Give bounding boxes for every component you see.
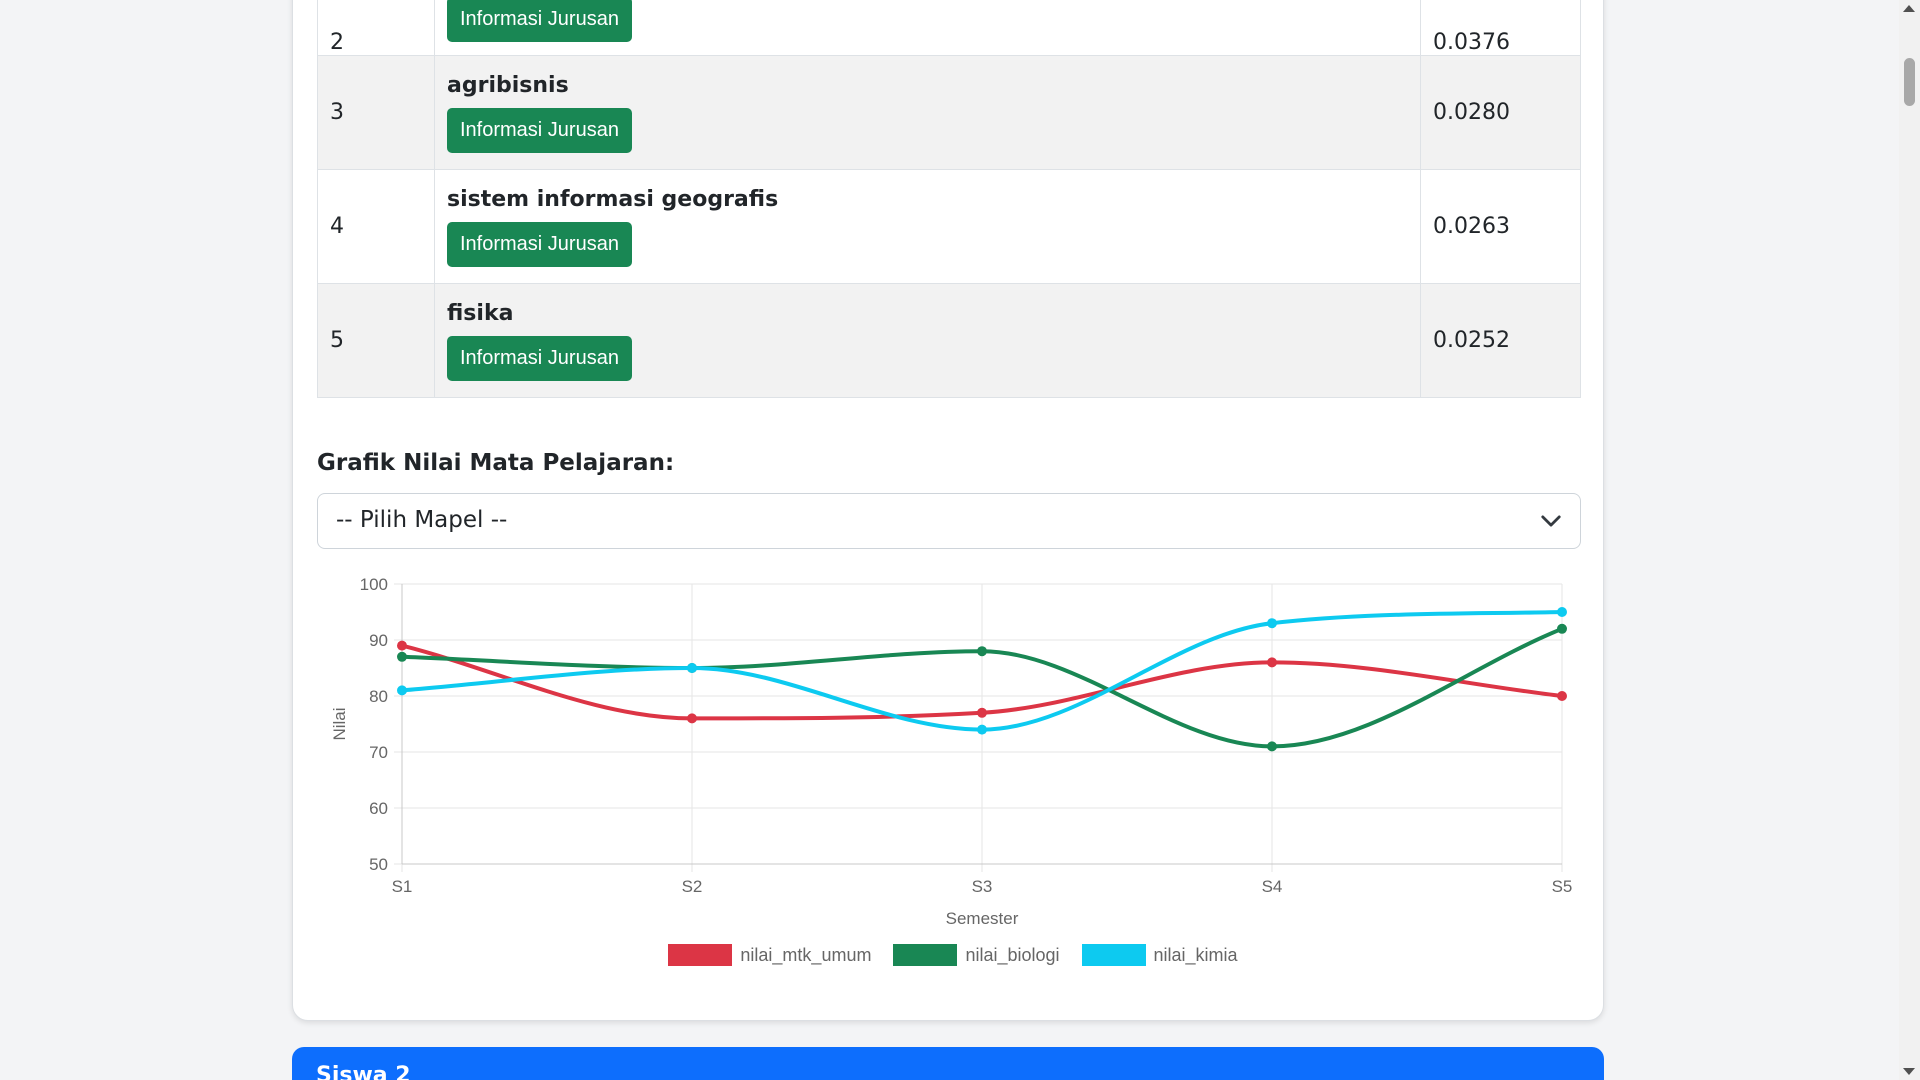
- rank-number: 3: [317, 55, 435, 170]
- data-point[interactable]: [687, 713, 697, 724]
- rank-cell: 2: [317, 0, 435, 56]
- data-point[interactable]: [1557, 691, 1567, 701]
- info-jurusan-button[interactable]: Informasi Jurusan: [447, 107, 632, 153]
- x-tick-label: S2: [682, 877, 703, 896]
- ranking-table: 2 Informasi Jurusan 0.0376 3 agribisnis …: [317, 0, 1581, 398]
- data-point[interactable]: [977, 707, 987, 718]
- y-axis-title: Nilai: [330, 707, 349, 740]
- major-name: agribisnis: [447, 72, 569, 98]
- data-point[interactable]: [397, 651, 407, 662]
- next-student-card-header: Siswa 2: [292, 1047, 1604, 1080]
- score-cell: 0.0376: [1420, 0, 1581, 56]
- info-jurusan-button[interactable]: Informasi Jurusan: [447, 221, 632, 267]
- mapel-select-value: -- Pilih Mapel --: [336, 507, 508, 533]
- y-tick-label: 90: [369, 631, 388, 650]
- data-point[interactable]: [977, 724, 987, 735]
- chevron-down-icon: [1541, 515, 1561, 527]
- page: 2 Informasi Jurusan 0.0376 3 agribisnis …: [0, 0, 1899, 1080]
- next-student-title: Siswa 2: [316, 1063, 411, 1080]
- rank-number: 4: [317, 169, 435, 284]
- table-row: 2 Informasi Jurusan 0.0376: [317, 0, 1581, 56]
- y-tick-label: 70: [369, 743, 388, 762]
- major-cell: agribisnis Informasi Jurusan: [434, 55, 1421, 170]
- data-point[interactable]: [397, 640, 407, 651]
- scroll-up-arrow-icon[interactable]: [1903, 5, 1915, 12]
- info-jurusan-button[interactable]: Informasi Jurusan: [447, 0, 632, 42]
- data-point[interactable]: [1267, 741, 1277, 752]
- x-tick-label: S5: [1552, 877, 1573, 896]
- legend-item[interactable]: nilai_mtk_umum: [668, 944, 871, 966]
- student-result-card: 2 Informasi Jurusan 0.0376 3 agribisnis …: [292, 0, 1604, 1021]
- x-tick-label: S3: [972, 877, 993, 896]
- y-tick-label: 50: [369, 855, 388, 874]
- legend-item[interactable]: nilai_kimia: [1081, 944, 1238, 966]
- major-cell: fisika Informasi Jurusan: [434, 283, 1421, 398]
- page-scrollbar[interactable]: [1899, 0, 1920, 1080]
- legend-item[interactable]: nilai_biologi: [893, 944, 1060, 966]
- score-value: 0.0376: [1433, 30, 1510, 55]
- score-value: 0.0263: [1420, 169, 1581, 284]
- data-point[interactable]: [1267, 657, 1277, 668]
- y-tick-label: 80: [369, 687, 388, 706]
- data-point[interactable]: [397, 685, 407, 696]
- chart-legend: nilai_mtk_umum nilai_biologi nilai_kimia: [313, 944, 1593, 966]
- major-name: fisika: [447, 300, 514, 326]
- data-point[interactable]: [1267, 618, 1277, 629]
- y-tick-label: 100: [360, 577, 388, 594]
- data-point[interactable]: [1557, 623, 1567, 634]
- y-axis-ticks: 50 60 70 80 90 100: [360, 575, 388, 874]
- data-point[interactable]: [1557, 607, 1567, 617]
- legend-label: nilai_kimia: [1153, 944, 1238, 965]
- y-tick-label: 60: [369, 799, 388, 818]
- major-name: sistem informasi geografis: [447, 186, 779, 212]
- table-row: 5 fisika Informasi Jurusan 0.0252: [317, 283, 1581, 398]
- x-tick-label: S1: [392, 877, 413, 896]
- x-tick-label: S4: [1262, 877, 1283, 896]
- rank-number: 5: [317, 283, 435, 398]
- chart-canvas: 50 60 70 80 90 100 S1 S2 S3 S4 S5 Semester Nilai: [330, 575, 1573, 928]
- x-axis-ticks: S1 S2 S3 S4 S5: [392, 877, 1573, 896]
- scrollbar-thumb[interactable]: [1904, 58, 1915, 106]
- legend-swatch: [1081, 944, 1146, 966]
- info-jurusan-button[interactable]: Informasi Jurusan: [447, 335, 632, 381]
- table-row: 3 agribisnis Informasi Jurusan 0.0280: [317, 55, 1581, 170]
- data-point[interactable]: [977, 646, 987, 657]
- table-row: 4 sistem informasi geografis Informasi J…: [317, 169, 1581, 284]
- legend-swatch: [893, 944, 958, 966]
- x-axis-title: Semester: [946, 909, 1019, 928]
- data-point[interactable]: [687, 663, 697, 673]
- legend-label: nilai_biologi: [965, 944, 1060, 965]
- score-value: 0.0252: [1420, 283, 1581, 398]
- score-value: 0.0280: [1420, 55, 1581, 170]
- legend-label: nilai_mtk_umum: [740, 944, 872, 965]
- grades-line-chart: 50 60 70 80 90 100 S1 S2 S3 S4 S5 Semester Nilai …: [313, 575, 1593, 982]
- scroll-down-arrow-icon[interactable]: [1903, 1068, 1915, 1075]
- legend-swatch: [668, 944, 733, 966]
- major-cell: Informasi Jurusan: [434, 0, 1421, 56]
- major-cell: sistem informasi geografis Informasi Jur…: [434, 169, 1421, 284]
- chart-section-title: Grafik Nilai Mata Pelajaran:: [317, 450, 675, 476]
- mapel-select[interactable]: -- Pilih Mapel --: [317, 493, 1581, 549]
- rank-number: 2: [330, 30, 344, 55]
